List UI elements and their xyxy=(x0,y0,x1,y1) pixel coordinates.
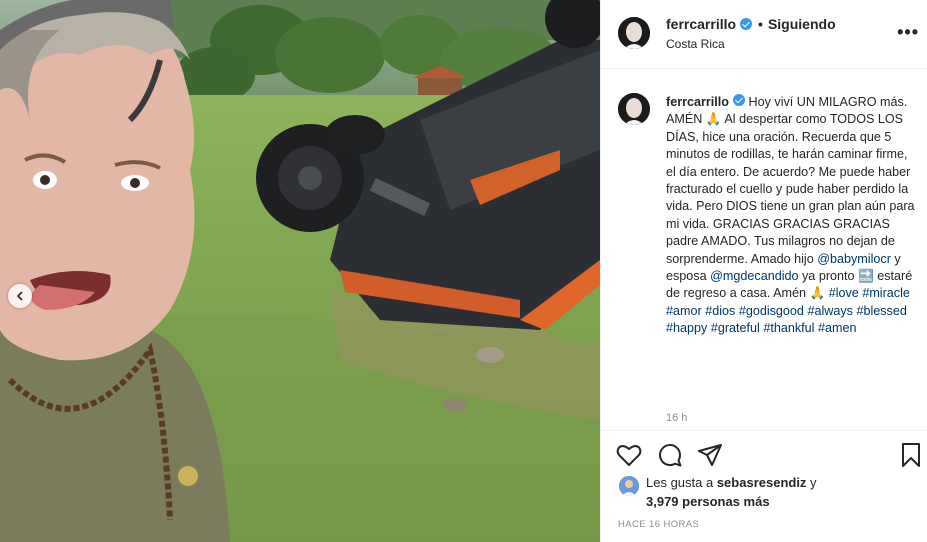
caption-avatar[interactable] xyxy=(618,93,650,125)
avatar-image xyxy=(619,476,639,496)
post-actions-bar xyxy=(601,430,927,480)
chevron-left-icon xyxy=(16,291,23,301)
follow-status-button[interactable]: Siguiendo xyxy=(768,16,836,32)
carousel-prev-button[interactable] xyxy=(8,284,32,308)
hashtag-link[interactable]: #always xyxy=(807,304,853,318)
caption-text: ferrcarrillo Hoy viví UN MILAGRO más. AM… xyxy=(666,94,916,338)
caption-username[interactable]: ferrcarrillo xyxy=(666,95,729,109)
verified-badge-icon xyxy=(733,94,745,106)
liker-username[interactable]: sebasresendiz xyxy=(717,475,807,490)
photo-scene xyxy=(0,0,600,542)
post-details-panel: ferrcarrillo • Siguiendo Costa Rica ••• … xyxy=(600,0,927,542)
hashtag-link[interactable]: #blessed xyxy=(856,304,906,318)
post-photo[interactable] xyxy=(0,0,600,542)
post-author-username[interactable]: ferrcarrillo xyxy=(666,16,736,32)
more-options-icon[interactable]: ••• xyxy=(897,22,919,43)
caption-section: ferrcarrillo Hoy viví UN MILAGRO más. AM… xyxy=(601,70,927,430)
likes-prefix: Les gusta a xyxy=(646,475,717,490)
avatar-image xyxy=(618,17,650,49)
avatar-image xyxy=(618,93,650,125)
hashtag-link[interactable]: #godisgood xyxy=(739,304,804,318)
post-timestamp[interactable]: HACE 16 HORAS xyxy=(618,519,699,530)
mention-link[interactable]: @mgdecandido xyxy=(710,269,798,283)
hashtag-link[interactable]: #love xyxy=(829,286,859,300)
mention-link[interactable]: @babymilocr xyxy=(817,252,891,266)
post-location[interactable]: Costa Rica xyxy=(666,37,725,51)
likes-count[interactable]: 3,979 personas más xyxy=(646,494,770,509)
hashtag-link[interactable]: #grateful xyxy=(711,321,760,335)
caption-time[interactable]: 16 h xyxy=(666,412,687,424)
share-icon[interactable] xyxy=(696,441,724,469)
caption-body-1: Hoy viví UN MILAGRO más. AMÉN 🙏 Al despe… xyxy=(666,95,915,266)
post-header: ferrcarrillo • Siguiendo Costa Rica ••• xyxy=(601,0,927,69)
likes-summary: Les gusta a sebasresendiz y 3,979 person… xyxy=(617,474,917,514)
hashtag-link[interactable]: #amor xyxy=(666,304,702,318)
hashtag-link[interactable]: #thankful xyxy=(763,321,814,335)
hashtag-link[interactable]: #miracle xyxy=(862,286,910,300)
separator-dot: • xyxy=(758,16,763,32)
heart-icon[interactable] xyxy=(615,441,643,469)
hashtag-link[interactable]: #dios xyxy=(705,304,735,318)
comment-icon[interactable] xyxy=(656,441,684,469)
hashtag-link[interactable]: #happy xyxy=(666,321,707,335)
avatar[interactable] xyxy=(618,17,650,49)
bookmark-icon[interactable] xyxy=(897,441,925,469)
hashtag-link[interactable]: #amen xyxy=(818,321,857,335)
verified-badge-icon xyxy=(740,18,753,30)
likes-connector: y xyxy=(806,475,817,490)
liker-avatar[interactable] xyxy=(619,476,639,496)
